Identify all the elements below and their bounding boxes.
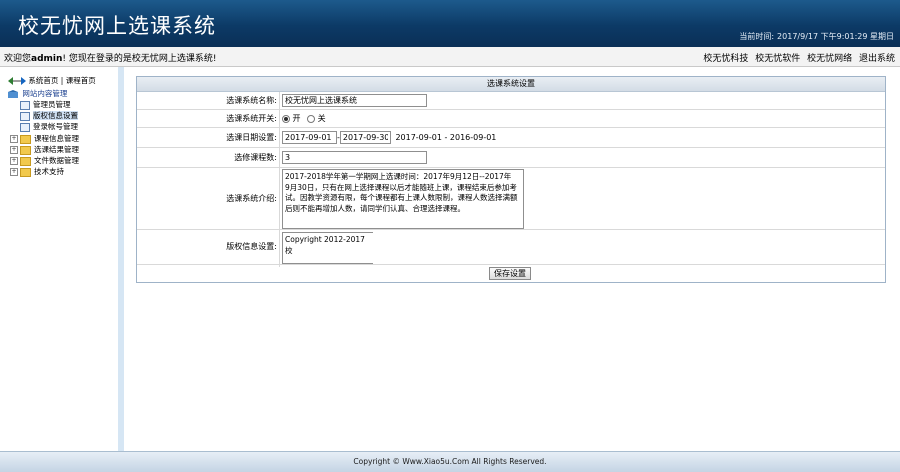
folder-icon	[20, 134, 31, 144]
current-time: 当前时间: 2017/9/17 下午9:01:29 星期日	[739, 32, 894, 41]
expand-icon[interactable]: +	[10, 135, 18, 143]
field-row-dates: 选课日期设置: - 2017-09-01 - 2016-09-01	[137, 128, 885, 148]
sidebar-item-files[interactable]: + 文件数据管理	[10, 155, 79, 166]
sidebar-item-accounts[interactable]: 登录帐号管理	[20, 121, 78, 132]
link-network[interactable]: 校无忧网络	[807, 54, 852, 64]
expand-icon[interactable]: +	[10, 146, 18, 154]
sidebar-item-support[interactable]: + 技术支持	[10, 166, 64, 177]
clock-value: 2017/9/17 下午9:01:29 星期日	[777, 32, 894, 41]
switch-on-radio[interactable]	[282, 114, 290, 123]
link-separator: |	[60, 76, 64, 85]
username: admin	[31, 54, 63, 64]
switch-off-label: 关	[317, 114, 326, 123]
link-software[interactable]: 校无忧软件	[755, 54, 800, 64]
intro-label: 选课系统介绍:	[226, 194, 277, 203]
info-bar: 欢迎您admin! 您现在登录的是校无忧网上选课系统! 校无忧科技 校无忧软件 …	[0, 47, 900, 67]
sidebar-root[interactable]: 网站内容管理	[8, 88, 67, 99]
sidebar-item-label: 登录帐号管理	[33, 122, 78, 131]
nav-arrows-icon	[8, 77, 26, 85]
system-name-input[interactable]	[282, 94, 427, 107]
date-start-input[interactable]	[282, 131, 337, 144]
link-company[interactable]: 校无忧科技	[703, 54, 748, 64]
expand-icon[interactable]: +	[10, 157, 18, 165]
date-note: 2017-09-01 - 2016-09-01	[395, 133, 497, 142]
course-count-input[interactable]	[282, 151, 427, 164]
date-label: 选课日期设置:	[226, 133, 277, 142]
sidebar-item-label: 文件数据管理	[34, 156, 79, 165]
welcome-message: 欢迎您admin! 您现在登录的是校无忧网上选课系统!	[4, 51, 216, 64]
app-title: 校无忧网上选课系统	[18, 14, 216, 38]
sidebar-item-results[interactable]: + 选课结果管理	[10, 144, 79, 155]
copyright-label: 版权信息设置:	[226, 242, 277, 251]
date-end-input[interactable]	[339, 131, 391, 144]
logout-link[interactable]: 退出系统	[859, 54, 895, 64]
switch-on-label: 开	[292, 114, 301, 123]
sidebar-top-links: 系统首页 | 课程首页	[8, 75, 96, 86]
sidebar-item-label: 课程信息管理	[34, 134, 79, 143]
sidebar-item-label: 管理员管理	[33, 100, 71, 109]
settings-panel: 选课系统设置 选课系统名称: 选课系统开关: 开 关 选课日期设置: - 201…	[136, 76, 886, 283]
expand-icon[interactable]: +	[10, 168, 18, 176]
sidebar-item-label: 技术支持	[34, 167, 64, 176]
field-row-switch: 选课系统开关: 开 关	[137, 110, 885, 128]
course-home-link[interactable]: 课程首页	[66, 76, 96, 85]
page-icon	[20, 111, 30, 121]
sidebar-root-label: 网站内容管理	[22, 89, 68, 98]
page-icon	[20, 122, 30, 132]
welcome-prefix: 欢迎您	[4, 54, 32, 64]
site-root-icon	[8, 90, 18, 98]
page-icon	[20, 100, 30, 110]
course-count-label: 选修课程数:	[234, 153, 277, 162]
home-link[interactable]: 系统首页	[28, 76, 58, 85]
copyright-textarea[interactable]: Copyright 2012-2017 校	[282, 232, 373, 264]
sidebar-divider	[118, 67, 124, 451]
field-row-course-count: 选修课程数:	[137, 148, 885, 168]
header-banner: 校无忧网上选课系统 当前时间: 2017/9/17 下午9:01:29 星期日	[0, 0, 900, 47]
clock-label: 当前时间	[739, 32, 772, 41]
field-row-copyright: 版权信息设置: Copyright 2012-2017 校	[137, 230, 885, 265]
switch-label: 选课系统开关:	[226, 114, 277, 123]
sidebar-item-admin[interactable]: 管理员管理	[20, 99, 71, 110]
folder-icon	[20, 145, 31, 155]
intro-textarea[interactable]: 2017-2018学年第一学期网上选课时间：2017年9月12日--2017年 …	[282, 169, 524, 229]
sidebar-item-label: 版权信息设置	[33, 111, 78, 120]
sidebar-item-copyright[interactable]: 版权信息设置	[20, 110, 78, 121]
sidebar-item-courses[interactable]: + 课程信息管理	[10, 133, 79, 144]
panel-title: 选课系统设置	[137, 77, 885, 92]
switch-off-radio[interactable]	[307, 114, 316, 123]
name-label: 选课系统名称:	[226, 96, 277, 105]
folder-icon	[20, 156, 31, 166]
sidebar-tree: 系统首页 | 课程首页 网站内容管理 管理员管理 版权信息设置 登录帐号管理 +…	[0, 67, 118, 451]
folder-icon	[20, 167, 31, 177]
footer: Copyright © Www.Xiao5u.Com All Rights Re…	[0, 451, 900, 472]
sidebar-item-label: 选课结果管理	[34, 145, 79, 154]
field-row-name: 选课系统名称:	[137, 92, 885, 110]
field-row-intro: 选课系统介绍: 2017-2018学年第一学期网上选课时间：2017年9月12日…	[137, 168, 885, 230]
save-settings-button[interactable]: 保存设置	[489, 267, 531, 280]
top-links: 校无忧科技 校无忧软件 校无忧网络 退出系统	[699, 51, 895, 64]
welcome-suffix: ! 您现在登录的是校无忧网上选课系统!	[62, 54, 217, 64]
